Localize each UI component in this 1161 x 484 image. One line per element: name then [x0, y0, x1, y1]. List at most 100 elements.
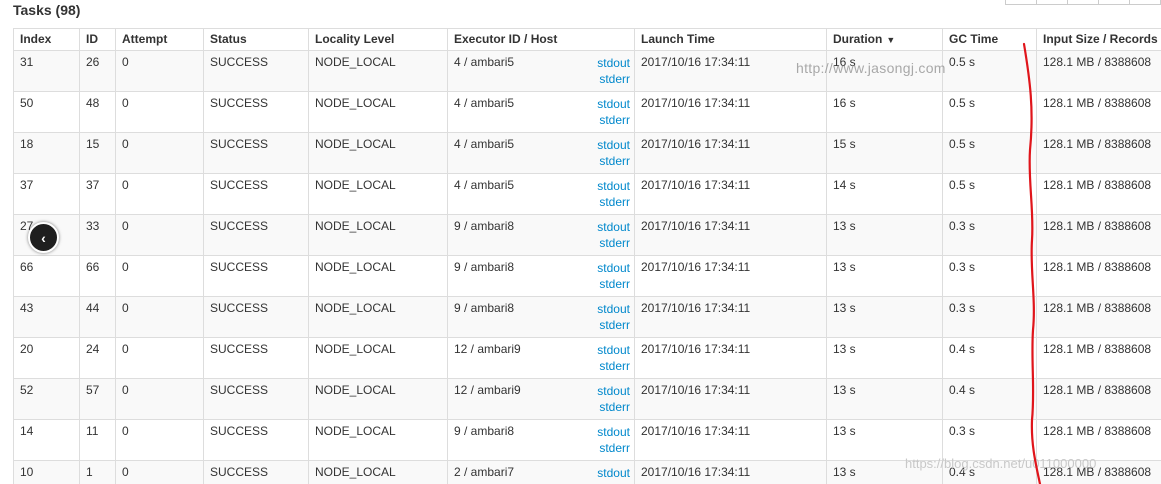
cell-duration: 15 s	[826, 132, 943, 174]
stdout-link[interactable]: stdout	[597, 383, 630, 399]
stderr-link[interactable]: stderr	[597, 358, 630, 374]
column-header-index[interactable]: Index	[13, 28, 80, 51]
stdout-link[interactable]: stdout	[597, 260, 630, 276]
cell-status: SUCCESS	[203, 337, 309, 379]
cell-launch-time: 2017/10/16 17:34:11	[634, 214, 827, 256]
cell-input-size-records: 128.1 MB / 8388608	[1036, 132, 1161, 174]
stderr-link[interactable]: stderr	[597, 317, 630, 333]
stdout-link[interactable]: stdout	[597, 178, 630, 194]
tasks-table: Index ID Attempt Status Locality Level E…	[13, 28, 1161, 484]
pagination-button[interactable]	[1129, 0, 1161, 5]
table-row: 50 48 0 SUCCESS NODE_LOCAL 4 / ambari5 stdout s…	[13, 91, 1161, 133]
sort-descending-icon: ▼	[886, 35, 896, 45]
executor-host-text: 9 / ambari8	[454, 301, 515, 315]
stderr-link[interactable]: stderr	[597, 399, 630, 415]
cell-locality-level: NODE_LOCAL	[308, 132, 448, 174]
cell-executor-host: 4 / ambari5 stdout stderr	[447, 50, 635, 92]
column-header-duration[interactable]: Duration ▼	[826, 28, 943, 51]
cell-launch-time: 2017/10/16 17:34:11	[634, 419, 827, 461]
cell-executor-host: 4 / ambari5 stdout stderr	[447, 91, 635, 133]
pagination-controls[interactable]	[1005, 0, 1161, 5]
spark-stage-page: Tasks (98) Index ID Attempt Status Local…	[0, 0, 1161, 484]
executor-host-text: 12 / ambari9	[454, 342, 521, 356]
stdout-link[interactable]: stdout	[597, 465, 630, 481]
cell-gc-time: 0.3 s	[942, 296, 1037, 338]
column-header-gc-time[interactable]: GC Time	[942, 28, 1037, 51]
tasks-section-title[interactable]: Tasks (98)	[13, 2, 80, 18]
executor-host-text: 9 / ambari8	[454, 260, 515, 274]
column-header-locality-level[interactable]: Locality Level	[308, 28, 448, 51]
cell-status: SUCCESS	[203, 132, 309, 174]
stdout-link[interactable]: stdout	[597, 301, 630, 317]
cell-input-size-records: 128.1 MB / 8388608	[1036, 419, 1161, 461]
log-links: stdoutstderr	[597, 424, 630, 456]
table-header-row: Index ID Attempt Status Locality Level E…	[13, 28, 1161, 51]
stderr-link[interactable]: stderr	[597, 440, 630, 456]
cell-executor-host: 4 / ambari5 stdout stderr	[447, 173, 635, 215]
cell-executor-host: 9 / ambari8 stdout stderr	[447, 255, 635, 297]
pagination-button[interactable]	[1098, 0, 1130, 5]
stderr-link[interactable]: stderr	[597, 112, 630, 128]
stderr-link[interactable]: stderr	[597, 194, 630, 210]
pagination-button[interactable]	[1067, 0, 1099, 5]
cell-gc-time: 0.5 s	[942, 50, 1037, 92]
cell-gc-time: 0.4 s	[942, 460, 1037, 484]
cell-status: SUCCESS	[203, 214, 309, 256]
cell-id: 44	[79, 296, 116, 338]
column-header-status[interactable]: Status	[203, 28, 309, 51]
cell-id: 1	[79, 460, 116, 484]
cell-index: 52	[13, 378, 80, 420]
column-header-attempt[interactable]: Attempt	[115, 28, 204, 51]
cell-status: SUCCESS	[203, 378, 309, 420]
cell-gc-time: 0.4 s	[942, 378, 1037, 420]
cell-status: SUCCESS	[203, 419, 309, 461]
stderr-link[interactable]: stderr	[597, 276, 630, 292]
stdout-link[interactable]: stdout	[597, 96, 630, 112]
table-row: 27 33 0 SUCCESS NODE_LOCAL 9 / ambari8 stdout s…	[13, 214, 1161, 256]
stdout-link[interactable]: stdout	[597, 424, 630, 440]
cell-index: 20	[13, 337, 80, 379]
cell-index: 43	[13, 296, 80, 338]
chevron-left-icon[interactable]: ‹	[28, 222, 59, 253]
stdout-link[interactable]: stdout	[597, 55, 630, 71]
stderr-link[interactable]: stderr	[597, 153, 630, 169]
cell-launch-time: 2017/10/16 17:34:11	[634, 132, 827, 174]
column-header-executor-host[interactable]: Executor ID / Host	[447, 28, 635, 51]
table-row: 66 66 0 SUCCESS NODE_LOCAL 9 / ambari8 stdout s…	[13, 255, 1161, 297]
stderr-link[interactable]: stderr	[597, 235, 630, 251]
cell-attempt: 0	[115, 255, 204, 297]
cell-executor-host: 9 / ambari8 stdout stderr	[447, 419, 635, 461]
column-header-id[interactable]: ID	[79, 28, 116, 51]
cell-input-size-records: 128.1 MB / 8388608	[1036, 91, 1161, 133]
cell-duration: 13 s	[826, 296, 943, 338]
stdout-link[interactable]: stdout	[597, 342, 630, 358]
cell-id: 37	[79, 173, 116, 215]
cell-duration: 16 s	[826, 91, 943, 133]
cell-index: 37	[13, 173, 80, 215]
cell-input-size-records: 128.1 MB / 8388608	[1036, 378, 1161, 420]
log-links: stdoutstderr	[597, 219, 630, 251]
log-links: stdoutstderr	[597, 301, 630, 333]
cell-locality-level: NODE_LOCAL	[308, 337, 448, 379]
cell-index: 14	[13, 419, 80, 461]
cell-attempt: 0	[115, 214, 204, 256]
pagination-button[interactable]	[1036, 0, 1068, 5]
cell-gc-time: 0.3 s	[942, 214, 1037, 256]
cell-input-size-records: 128.1 MB / 8388608	[1036, 255, 1161, 297]
cell-duration: 13 s	[826, 460, 943, 484]
column-header-launch-time[interactable]: Launch Time	[634, 28, 827, 51]
cell-launch-time: 2017/10/16 17:34:11	[634, 460, 827, 484]
stderr-link[interactable]: stderr	[597, 71, 630, 87]
stdout-link[interactable]: stdout	[597, 137, 630, 153]
cell-duration: 13 s	[826, 378, 943, 420]
cell-id: 66	[79, 255, 116, 297]
cell-input-size-records: 128.1 MB / 8388608	[1036, 214, 1161, 256]
stdout-link[interactable]: stdout	[597, 219, 630, 235]
cell-attempt: 0	[115, 173, 204, 215]
table-row: 14 11 0 SUCCESS NODE_LOCAL 9 / ambari8 stdout s…	[13, 419, 1161, 461]
cell-index: 31	[13, 50, 80, 92]
cell-locality-level: NODE_LOCAL	[308, 378, 448, 420]
pagination-button[interactable]	[1005, 0, 1037, 5]
cell-input-size-records: 128.1 MB / 8388608	[1036, 50, 1161, 92]
column-header-input-size-records[interactable]: Input Size / Records	[1036, 28, 1161, 51]
